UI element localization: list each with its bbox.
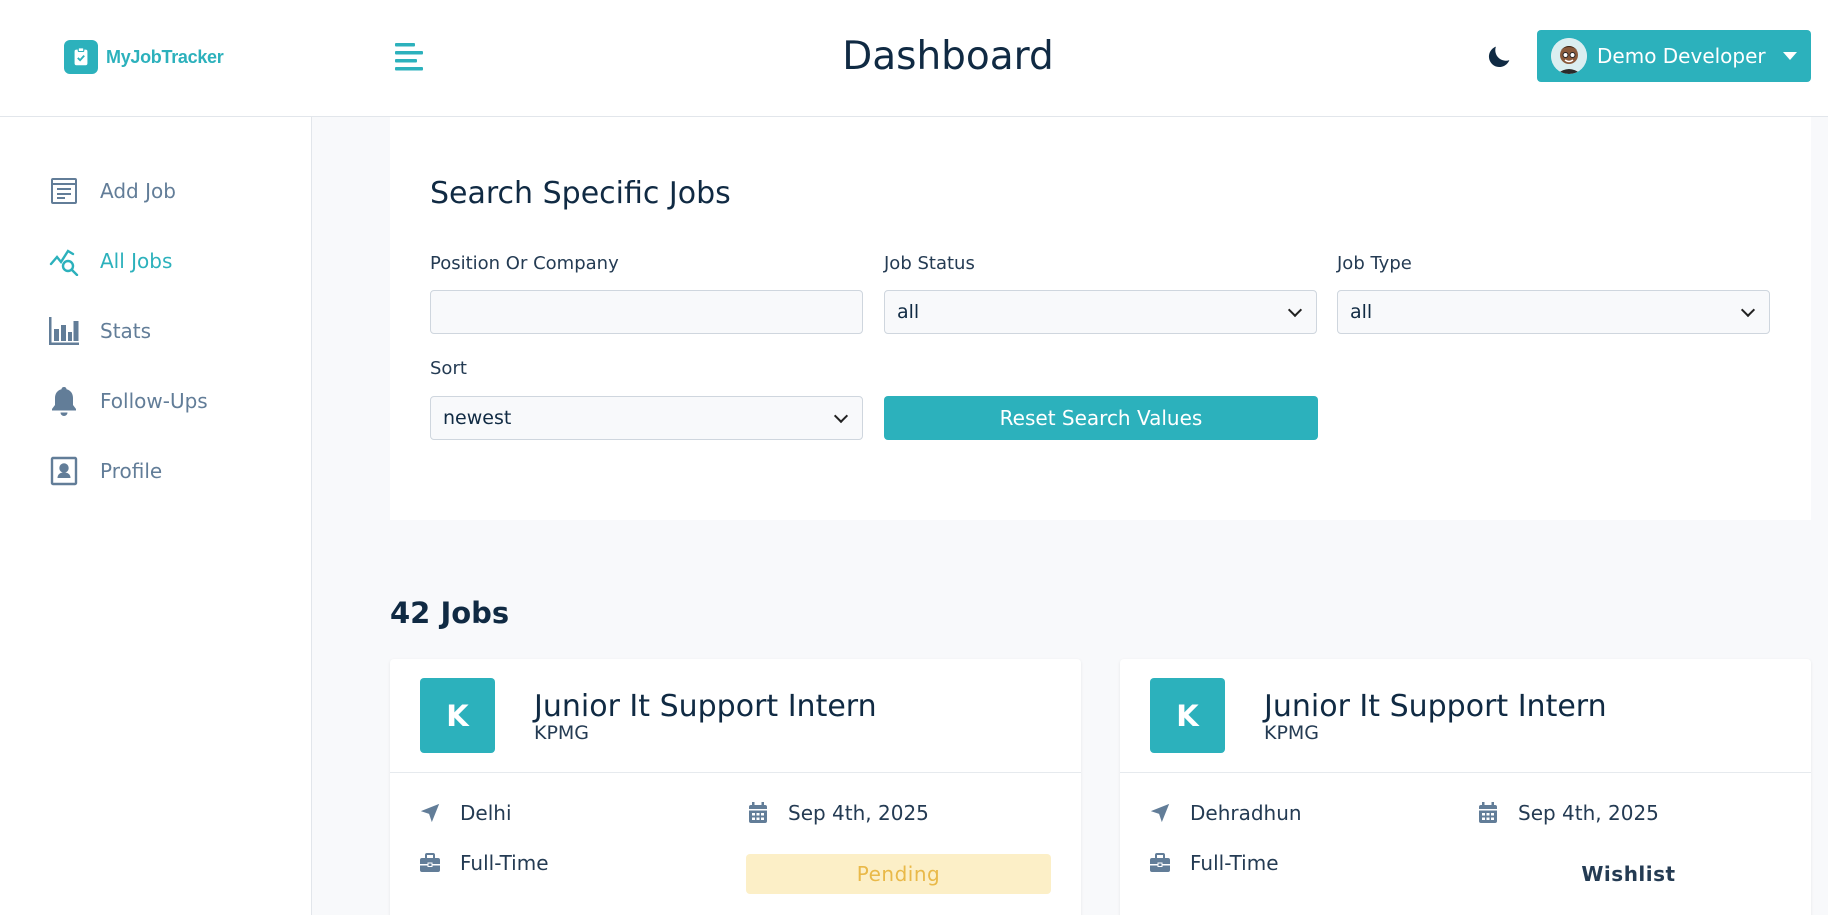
- job-location: Dehradhun: [1148, 801, 1302, 825]
- job-type: Full-Time: [1148, 851, 1279, 875]
- job-type-text: Full-Time: [460, 851, 549, 875]
- sidebar-item-all-jobs[interactable]: All Jobs: [48, 245, 172, 277]
- job-date-text: Sep 4th, 2025: [1518, 801, 1659, 825]
- bell-icon: [48, 385, 80, 417]
- job-date: Sep 4th, 2025: [1476, 801, 1659, 825]
- sidebar-item-add-job[interactable]: Add Job: [48, 175, 176, 207]
- position-search-input[interactable]: [430, 290, 863, 334]
- id-card-icon: [48, 455, 80, 487]
- chevron-down-icon: [1740, 302, 1756, 317]
- reset-search-button[interactable]: Reset Search Values: [884, 396, 1318, 440]
- job-location: Delhi: [418, 801, 512, 825]
- job-type-text: Full-Time: [1190, 851, 1279, 875]
- query-stats-icon: [48, 245, 80, 277]
- jobs-count: 42 Jobs: [390, 596, 510, 630]
- logo[interactable]: MyJobTracker: [64, 40, 224, 74]
- caret-down-icon: [1783, 52, 1797, 60]
- user-name: Demo Developer: [1597, 44, 1766, 68]
- avatar: [1551, 38, 1587, 74]
- clipboard-check-icon: [64, 40, 98, 74]
- location-arrow-icon: [418, 801, 442, 825]
- job-date-text: Sep 4th, 2025: [788, 801, 929, 825]
- job-card-header: K Junior It Support Intern KPMG: [1120, 659, 1811, 773]
- job-status-value: all: [897, 301, 920, 323]
- calendar-icon: [746, 801, 770, 825]
- moon-icon[interactable]: [1486, 42, 1514, 70]
- briefcase-icon: [418, 851, 442, 875]
- job-title: Junior It Support Intern: [1264, 689, 1607, 724]
- job-type-value: all: [1350, 301, 1373, 323]
- job-card: K Junior It Support Intern KPMG Dehradhu…: [1120, 659, 1811, 915]
- sidebar-item-label: Follow-Ups: [100, 389, 208, 413]
- job-status-select[interactable]: all: [884, 290, 1317, 334]
- job-card: K Junior It Support Intern KPMG Delhi Se…: [390, 659, 1081, 915]
- sort-value: newest: [443, 407, 512, 429]
- sort-select[interactable]: newest: [430, 396, 863, 440]
- job-location-text: Dehradhun: [1190, 801, 1302, 825]
- logo-text: MyJobTracker: [106, 46, 224, 67]
- job-card-header: K Junior It Support Intern KPMG: [390, 659, 1081, 773]
- type-label: Job Type: [1337, 253, 1412, 274]
- calendar-icon: [1476, 801, 1500, 825]
- position-label: Position Or Company: [430, 253, 619, 274]
- job-type-select[interactable]: all: [1337, 290, 1770, 334]
- sidebar: Add Job All Jobs Stats Follow-Ups Profil…: [0, 117, 312, 915]
- user-menu-button[interactable]: Demo Developer: [1537, 30, 1811, 82]
- sidebar-item-label: Stats: [100, 319, 152, 343]
- job-date: Sep 4th, 2025: [746, 801, 929, 825]
- job-type: Full-Time: [418, 851, 549, 875]
- job-title: Junior It Support Intern: [534, 689, 877, 724]
- location-arrow-icon: [1148, 801, 1172, 825]
- company-initial-badge: K: [420, 678, 495, 753]
- sidebar-item-label: All Jobs: [100, 249, 173, 273]
- bar-chart-icon: [48, 315, 80, 347]
- menu-toggle-icon[interactable]: [393, 40, 427, 74]
- chevron-down-icon: [833, 408, 849, 423]
- chevron-down-icon: [1287, 302, 1303, 317]
- company-initial-badge: K: [1150, 678, 1225, 753]
- search-form-title: Search Specific Jobs: [430, 176, 731, 211]
- status-badge: Pending: [746, 854, 1051, 894]
- sidebar-item-stats[interactable]: Stats: [48, 315, 151, 347]
- sidebar-item-profile[interactable]: Profile: [48, 455, 162, 487]
- top-navbar: MyJobTracker Dashboard Demo Developer: [0, 0, 1828, 117]
- sidebar-item-label: Profile: [100, 459, 163, 483]
- sidebar-item-label: Add Job: [100, 179, 176, 203]
- job-location-text: Delhi: [460, 801, 512, 825]
- job-company: KPMG: [534, 722, 590, 744]
- status-label: Job Status: [884, 253, 975, 274]
- sidebar-item-follow-ups[interactable]: Follow-Ups: [48, 385, 208, 417]
- briefcase-icon: [1148, 851, 1172, 875]
- status-badge: Wishlist: [1476, 854, 1781, 894]
- job-company: KPMG: [1264, 722, 1320, 744]
- form-icon: [48, 175, 80, 207]
- sort-label: Sort: [430, 358, 467, 379]
